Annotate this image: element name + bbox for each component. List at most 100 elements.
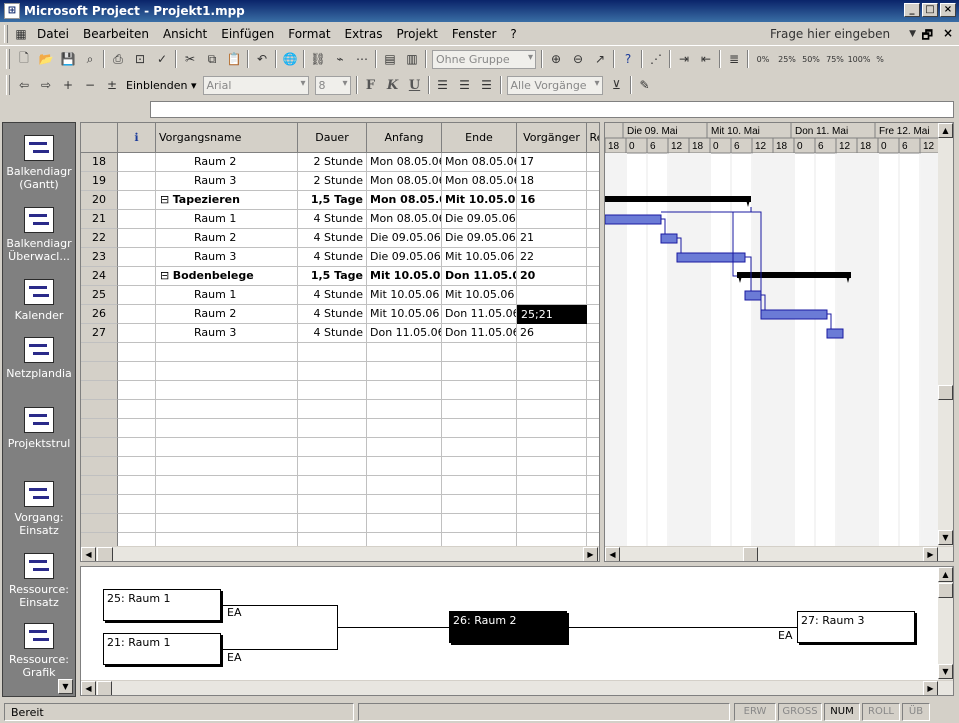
- cell-pred[interactable]: [517, 362, 587, 381]
- cell-dur[interactable]: 4 Stunde: [298, 210, 367, 229]
- table-scroll-thumb[interactable]: [97, 547, 113, 561]
- cell-name[interactable]: [156, 400, 298, 419]
- cell-dur[interactable]: [298, 457, 367, 476]
- cell-res[interactable]: [587, 324, 599, 343]
- cell-ind[interactable]: [118, 514, 156, 533]
- print-icon[interactable]: ⎙: [107, 48, 129, 70]
- table-horizontal-scrollbar[interactable]: ◀ ▶: [81, 546, 599, 561]
- table-scroll-left-icon[interactable]: ◀: [81, 547, 96, 561]
- network-box-26[interactable]: 26: Raum 2: [449, 611, 567, 643]
- format-toolbar-grip[interactable]: [6, 75, 10, 95]
- font-combo[interactable]: Arial: [202, 75, 309, 95]
- cell-pred[interactable]: 25;21: [517, 305, 587, 324]
- cell-dur[interactable]: [298, 476, 367, 495]
- cell-ind[interactable]: [118, 324, 156, 343]
- indent-icon[interactable]: ⇥: [673, 48, 695, 70]
- row-header[interactable]: 19: [81, 172, 118, 191]
- gantt-scroll-left-icon[interactable]: ◀: [605, 547, 620, 561]
- cell-start[interactable]: [367, 476, 442, 495]
- cell-end[interactable]: Don 11.05.06: [442, 324, 517, 343]
- cell-end[interactable]: [442, 362, 517, 381]
- minus-icon[interactable]: −: [79, 74, 101, 96]
- toolbar-grip[interactable]: [6, 49, 10, 69]
- cell-ind[interactable]: [118, 343, 156, 362]
- gantt-scroll-right-icon[interactable]: ▶: [923, 547, 938, 561]
- cell-end[interactable]: Die 09.05.06: [442, 229, 517, 248]
- view-task-usage[interactable]: Vorgang: Einsatz: [3, 481, 75, 537]
- view-tracking-gantt[interactable]: Balkendiagr Überwacl...: [3, 207, 75, 263]
- align-right-icon[interactable]: ☰: [476, 74, 498, 96]
- cell-start[interactable]: [367, 419, 442, 438]
- outdent-icon[interactable]: ⇤: [695, 48, 717, 70]
- network-box-25[interactable]: 25: Raum 1: [103, 589, 221, 621]
- cell-end[interactable]: [442, 514, 517, 533]
- cell-start[interactable]: Die 09.05.06: [367, 248, 442, 267]
- cell-start[interactable]: [367, 514, 442, 533]
- cell-name[interactable]: [156, 343, 298, 362]
- cell-name[interactable]: [156, 514, 298, 533]
- cell-name[interactable]: [156, 438, 298, 457]
- row-header[interactable]: [81, 381, 118, 400]
- row-header[interactable]: [81, 495, 118, 514]
- viewbar-scroll-down[interactable]: ▼: [58, 679, 73, 694]
- hyperlink-icon[interactable]: 🌐: [279, 48, 301, 70]
- bold-button[interactable]: F: [360, 74, 382, 96]
- cell-dur[interactable]: 1,5 Tage: [298, 267, 367, 286]
- progress-75-button[interactable]: 75%: [823, 48, 847, 70]
- cell-start[interactable]: Mon 08.05.06: [367, 210, 442, 229]
- cell-ind[interactable]: [118, 438, 156, 457]
- cell-dur[interactable]: 4 Stunde: [298, 229, 367, 248]
- row-header[interactable]: 26: [81, 305, 118, 324]
- header-indicators-icon[interactable]: ℹ: [118, 123, 156, 153]
- cell-dur[interactable]: [298, 438, 367, 457]
- cell-ind[interactable]: [118, 267, 156, 286]
- autofilter-icon[interactable]: ⊻: [606, 74, 628, 96]
- show-subtasks-icon[interactable]: ±: [101, 74, 123, 96]
- task-info-icon[interactable]: ▤: [379, 48, 401, 70]
- row-header[interactable]: 24: [81, 267, 118, 286]
- goto-task-icon[interactable]: ↗: [589, 48, 611, 70]
- cell-pred[interactable]: 20: [517, 267, 587, 286]
- cell-end[interactable]: [442, 381, 517, 400]
- cell-end[interactable]: Mon 08.05.06: [442, 153, 517, 172]
- cell-pred[interactable]: 18: [517, 172, 587, 191]
- cell-name[interactable]: ⊟ Bodenbelege: [156, 267, 298, 286]
- row-header[interactable]: [81, 400, 118, 419]
- cell-pred[interactable]: [517, 210, 587, 229]
- cell-pred[interactable]: 16: [517, 191, 587, 210]
- cell-start[interactable]: [367, 400, 442, 419]
- collapse-icon[interactable]: ⊟: [160, 269, 173, 282]
- cell-name[interactable]: [156, 495, 298, 514]
- collapse-icon[interactable]: ⊟: [160, 193, 173, 206]
- cell-res[interactable]: [587, 153, 599, 172]
- cell-pred[interactable]: 17: [517, 153, 587, 172]
- row-header[interactable]: 23: [81, 248, 118, 267]
- cell-dur[interactable]: 4 Stunde: [298, 324, 367, 343]
- network-horizontal-scrollbar[interactable]: ◀ ▶: [81, 680, 953, 695]
- cell-dur[interactable]: 4 Stunde: [298, 248, 367, 267]
- network-hscroll-thumb[interactable]: [97, 681, 112, 695]
- cell-pred[interactable]: [517, 495, 587, 514]
- cell-res[interactable]: [587, 343, 599, 362]
- view-gantt[interactable]: Balkendiagr (Gantt): [3, 135, 75, 191]
- cell-pred[interactable]: 21: [517, 229, 587, 248]
- cell-pred[interactable]: [517, 381, 587, 400]
- open-icon[interactable]: 📂: [35, 48, 57, 70]
- network-scroll-down-icon[interactable]: ▼: [938, 664, 953, 679]
- gantt-wizard-icon[interactable]: ✎: [634, 74, 656, 96]
- cell-res[interactable]: [587, 248, 599, 267]
- network-scroll-right-icon[interactable]: ▶: [923, 681, 938, 695]
- gantt-vertical-scrollbar[interactable]: ▲ ▼: [938, 123, 953, 546]
- view-resource-graph[interactable]: Ressource: Grafik: [3, 623, 75, 679]
- cell-end[interactable]: Mit 10.05.06: [442, 191, 517, 210]
- cell-dur[interactable]: [298, 495, 367, 514]
- cell-res[interactable]: [587, 495, 599, 514]
- cell-name[interactable]: [156, 362, 298, 381]
- cell-end[interactable]: [442, 400, 517, 419]
- cell-dur[interactable]: [298, 362, 367, 381]
- row-header[interactable]: [81, 476, 118, 495]
- cell-name[interactable]: [156, 419, 298, 438]
- minimize-button[interactable]: _: [904, 3, 920, 17]
- cell-ind[interactable]: [118, 191, 156, 210]
- cell-res[interactable]: [587, 267, 599, 286]
